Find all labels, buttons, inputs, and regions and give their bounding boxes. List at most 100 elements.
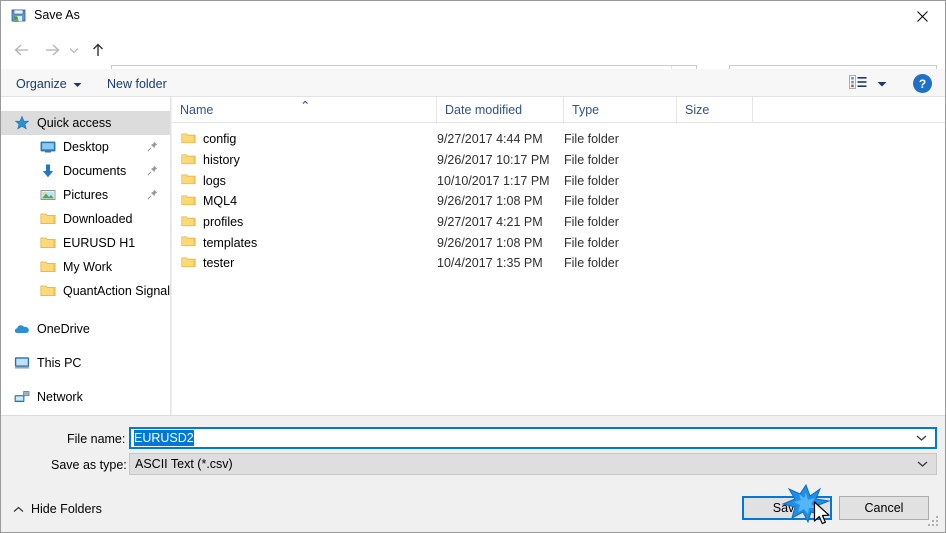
navigation-bar: « Roaming › MetaQuotes › Terminal › 9155… [1, 31, 945, 90]
sidebar-item-label: This PC [37, 356, 82, 370]
save-as-type-value: ASCII Text (*.csv) [135, 457, 233, 471]
cell-name: profiles [203, 215, 244, 230]
chevron-down-icon [73, 77, 82, 91]
sidebar-item-downloaded[interactable]: Downloaded [1, 207, 170, 231]
table-row[interactable]: tester 10/4/2017 1:35 PM File folder [172, 253, 945, 274]
cancel-button[interactable]: Cancel [839, 496, 929, 520]
sidebar-item-label: OneDrive [37, 322, 90, 336]
window-title: Save As [34, 8, 80, 22]
file-list-pane: Name ⌃ Date modified Type Size config 9/2… [172, 97, 945, 415]
column-header-type[interactable]: Type [564, 97, 677, 123]
folder-icon [181, 152, 196, 170]
sidebar-item-this-pc[interactable]: This PC [1, 351, 170, 375]
file-name-value: EURUSD2 [134, 430, 194, 446]
sidebar-item-label: Documents [63, 164, 127, 178]
forward-arrow-icon[interactable] [39, 37, 65, 63]
column-header-size[interactable]: Size [677, 97, 753, 123]
folder-icon [39, 235, 57, 251]
organize-button[interactable]: Organize [16, 74, 82, 93]
folder-icon [39, 259, 57, 275]
hide-folders-button[interactable]: Hide Folders [13, 502, 102, 516]
navigation-pane: Quick access Desktop Documents Pictures Down… [1, 97, 171, 415]
save-as-type-label: Save as type: [51, 458, 127, 472]
chevron-down-icon[interactable] [916, 435, 927, 442]
pictures-icon [39, 187, 57, 203]
pin-icon[interactable] [147, 189, 158, 203]
save-label: Save [772, 501, 802, 515]
cell-name: templates [203, 235, 258, 250]
column-header-filler [753, 97, 945, 123]
table-row[interactable]: history 9/26/2017 10:17 PM File folder [172, 150, 945, 171]
cell-date-modified: 9/26/2017 1:08 PM [437, 194, 543, 209]
file-rows: config 9/27/2017 4:44 PM File folder histor… [172, 123, 945, 274]
cell-date-modified: 9/27/2017 4:21 PM [437, 215, 543, 230]
cell-type: File folder [564, 256, 619, 271]
sidebar-item-quantaction-signal[interactable]: QuantAction Signal [1, 279, 170, 303]
column-header-name[interactable]: Name ⌃ [172, 97, 437, 123]
sidebar-item-label: QuantAction Signal [63, 284, 171, 298]
pin-icon[interactable] [147, 141, 158, 155]
chevron-down-icon[interactable] [917, 461, 928, 468]
sidebar-item-my-work[interactable]: My Work [1, 255, 170, 279]
save-as-icon [11, 8, 27, 24]
folder-icon [181, 193, 196, 211]
save-as-type-select[interactable]: ASCII Text (*.csv) [129, 453, 937, 475]
table-row[interactable]: templates 9/26/2017 1:08 PM File folder [172, 232, 945, 253]
table-row[interactable]: config 9/27/2017 4:44 PM File folder [172, 129, 945, 150]
sidebar-item-label: Network [37, 390, 83, 404]
command-toolbar: Organize New folder ? [1, 69, 945, 97]
folder-icon [181, 172, 196, 190]
sidebar-item-quick-access[interactable]: Quick access [1, 111, 170, 135]
cell-date-modified: 9/26/2017 10:17 PM [437, 153, 550, 168]
save-as-dialog: Save As Organize New folder ? Quick acce… [0, 0, 946, 533]
resize-grip[interactable] [928, 516, 940, 528]
recent-locations-icon[interactable] [65, 37, 83, 63]
file-name-label: File name: [67, 432, 126, 446]
folder-icon [181, 255, 196, 273]
table-row[interactable]: profiles 9/27/2017 4:21 PM File folder [172, 212, 945, 233]
sidebar-item-pictures[interactable]: Pictures [1, 183, 170, 207]
sidebar-item-documents[interactable]: Documents [1, 159, 170, 183]
sidebar-item-network[interactable]: Network [1, 385, 170, 409]
up-arrow-icon[interactable] [85, 37, 111, 63]
sidebar-item-label: Downloaded [63, 212, 133, 226]
sidebar-item-label: My Work [63, 260, 113, 274]
sidebar-item-label: Pictures [63, 188, 109, 202]
sort-ascending-icon: ⌃ [300, 99, 311, 113]
save-button[interactable]: Save [742, 496, 832, 520]
folder-icon [39, 283, 57, 299]
new-folder-label: New folder [107, 76, 167, 91]
cell-type: File folder [564, 215, 619, 230]
column-header-date-modified[interactable]: Date modified [437, 97, 564, 123]
desktop-icon [39, 139, 57, 155]
help-button[interactable]: ? [913, 74, 932, 93]
network-icon [13, 389, 31, 405]
onedrive-icon [13, 321, 31, 337]
sidebar-item-desktop[interactable]: Desktop [1, 135, 170, 159]
cell-type: File folder [564, 235, 619, 250]
folder-icon [39, 211, 57, 227]
download-icon [39, 163, 57, 179]
new-folder-button[interactable]: New folder [107, 74, 167, 93]
organize-label: Organize [16, 76, 67, 91]
help-label: ? [918, 76, 927, 91]
view-layout-icon [849, 74, 869, 93]
folder-icon [181, 131, 196, 149]
view-layout-button[interactable] [849, 74, 887, 93]
back-arrow-icon[interactable] [9, 37, 35, 63]
sidebar-item-onedrive[interactable]: OneDrive [1, 317, 170, 341]
hide-folders-label: Hide Folders [31, 502, 102, 516]
chevron-down-icon [877, 77, 887, 91]
sidebar-item-eurusd-h1[interactable]: EURUSD H1 [1, 231, 170, 255]
title-bar: Save As [1, 1, 945, 31]
close-icon[interactable] [899, 1, 945, 31]
cell-type: File folder [564, 173, 619, 188]
table-row[interactable]: logs 10/10/2017 1:17 PM File folder [172, 170, 945, 191]
table-row[interactable]: MQL4 9/26/2017 1:08 PM File folder [172, 191, 945, 212]
column-label: Size [685, 103, 710, 117]
file-name-input[interactable]: EURUSD2 [129, 427, 937, 449]
column-label: Date modified [445, 103, 523, 117]
cell-date-modified: 10/4/2017 1:35 PM [437, 256, 543, 271]
cell-name: MQL4 [203, 194, 238, 209]
pin-icon[interactable] [147, 165, 158, 179]
